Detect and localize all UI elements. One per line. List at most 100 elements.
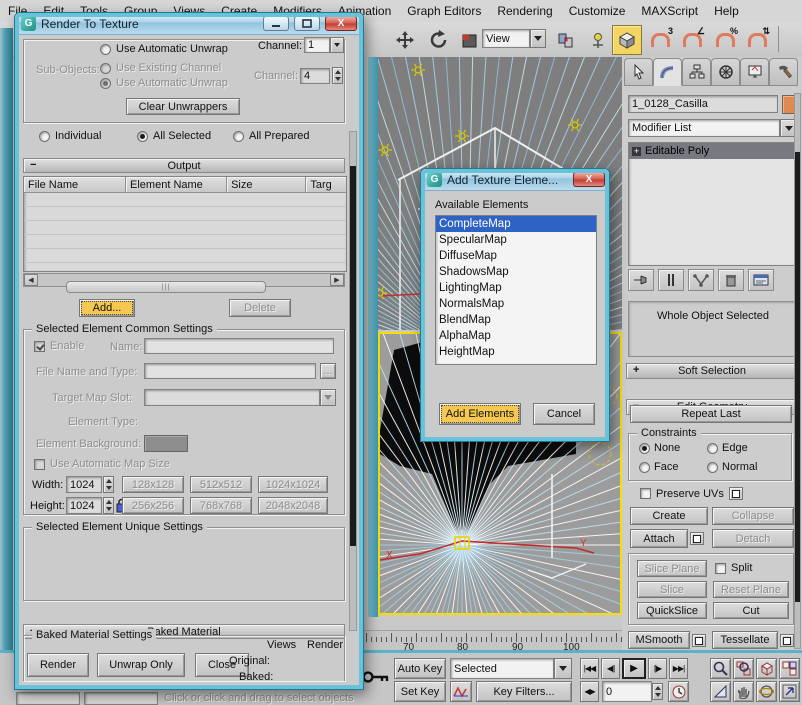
use-auto-map-size-option[interactable]: Use Automatic Map Size [34, 458, 170, 470]
collapse-button[interactable]: Collapse [712, 507, 794, 525]
column-file-name[interactable]: File Name [24, 177, 126, 193]
radio-face[interactable] [639, 462, 650, 473]
sub-channel-field[interactable]: 4 [300, 68, 330, 84]
use-existing-channel-radio[interactable] [100, 63, 111, 74]
msmooth-settings-button[interactable] [692, 634, 706, 647]
go-to-start-button[interactable]: |◀◀ [580, 658, 599, 679]
pin-stack-button[interactable] [628, 269, 654, 291]
radio-none[interactable] [639, 443, 650, 454]
size-1024-button[interactable]: 1024x1024 [258, 476, 328, 493]
constraint-face-option[interactable]: Face [639, 461, 678, 473]
auto-key-button[interactable]: Auto Key [394, 658, 446, 679]
hierarchy-tab[interactable] [682, 58, 711, 86]
object-name-field[interactable]: 1_0128_Casilla [628, 95, 778, 113]
constraint-normal-option[interactable]: Normal [707, 461, 757, 473]
selection-set-dropdown[interactable]: Selected [450, 658, 554, 679]
rtt-scrollbar[interactable] [349, 131, 357, 631]
constraint-none-option[interactable]: None [639, 442, 680, 454]
unwrap-only-button[interactable]: Unwrap Only [97, 653, 185, 677]
list-item-shadowsmap[interactable]: ShadowsMap [436, 264, 596, 280]
slice-button[interactable]: Slice [637, 581, 707, 598]
channel-dropdown-arrow[interactable] [330, 37, 344, 53]
list-item-alphamap[interactable]: AlphaMap [436, 328, 596, 344]
split-checkbox[interactable] [715, 563, 726, 574]
all-selected-option[interactable]: All Selected [137, 130, 211, 142]
cut-button[interactable]: Cut [713, 602, 789, 619]
preserve-uvs-settings-button[interactable] [729, 487, 743, 500]
all-prepared-radio[interactable] [233, 131, 244, 142]
list-item-diffusemap[interactable]: DiffuseMap [436, 248, 596, 264]
output-table[interactable]: File Name Element Name Size Targ [23, 176, 347, 272]
use-auto-unwrap-radio[interactable] [100, 44, 111, 55]
delete-button[interactable]: Delete [229, 299, 291, 317]
selection-lock-area[interactable] [16, 692, 80, 705]
show-end-result-button[interactable] [658, 269, 684, 291]
detach-button[interactable]: Detach [712, 529, 794, 548]
width-field[interactable]: 1024 [66, 476, 102, 493]
scroll-left-arrow[interactable]: ◀ [24, 274, 38, 286]
select-and-rotate-button[interactable] [424, 25, 454, 55]
size-768-button[interactable]: 768x768 [190, 497, 252, 514]
add-elements-button[interactable]: Add Elements [439, 403, 521, 425]
zoom-extents-all-button[interactable] [779, 658, 800, 679]
add-dialog-close-button[interactable]: X [573, 172, 605, 187]
column-size[interactable]: Size [227, 177, 306, 193]
pan-button[interactable] [733, 681, 754, 702]
reset-plane-button[interactable]: Reset Plane [713, 581, 789, 598]
menu-help[interactable]: Help [714, 4, 739, 18]
attach-settings-button[interactable] [690, 532, 704, 545]
list-item-completemap[interactable]: CompleteMap [436, 216, 596, 232]
all-prepared-option[interactable]: All Prepared [233, 130, 310, 142]
tessellate-settings-button[interactable] [780, 634, 794, 647]
file-name-field[interactable] [144, 363, 316, 379]
set-key-icon[interactable] [362, 669, 390, 685]
soft-selection-rollout[interactable]: +Soft Selection [626, 363, 798, 379]
create-button[interactable]: Create [630, 507, 708, 525]
output-rollout[interactable]: − Output [23, 158, 345, 173]
list-item-normalsmap[interactable]: NormalsMap [436, 296, 596, 312]
select-and-move-button[interactable] [390, 25, 420, 55]
spinner-snap-toggle-button[interactable]: ⇅ [742, 25, 772, 55]
motion-tab[interactable] [711, 58, 740, 86]
panel-scrollbar-thumb[interactable] [795, 152, 800, 602]
channel-dropdown[interactable]: 1 [304, 37, 330, 53]
size-256-button[interactable]: 256x256 [122, 497, 184, 514]
panel-scrollbar[interactable] [794, 93, 801, 649]
quickslice-button[interactable]: QuickSlice [637, 602, 707, 619]
reference-coordinate-dropdown-button[interactable] [530, 29, 546, 48]
column-target[interactable]: Targ [306, 177, 346, 193]
display-tab[interactable] [740, 58, 769, 86]
browse-button[interactable]: ... [320, 363, 336, 379]
size-128-button[interactable]: 128x128 [122, 476, 184, 493]
enable-checkbox[interactable] [34, 341, 45, 352]
sub-channel-spinner[interactable] [332, 67, 343, 84]
column-element-name[interactable]: Element Name [126, 177, 227, 193]
render-button[interactable]: Render [27, 653, 89, 677]
selection-set-arrow-button[interactable] [554, 658, 572, 679]
utilities-tab[interactable] [769, 58, 798, 86]
rtt-title-bar[interactable]: G Render To Texture X [15, 13, 363, 35]
constraint-edge-option[interactable]: Edge [707, 442, 748, 454]
make-unique-button[interactable] [688, 269, 714, 291]
close-button[interactable]: X [325, 16, 357, 31]
snaps-3d-toggle-button[interactable]: 3 [645, 25, 675, 55]
zoom-button[interactable] [710, 658, 731, 679]
expand-stack-icon[interactable]: + [632, 147, 641, 156]
current-frame-field[interactable]: 0 [602, 681, 652, 702]
use-pivot-point-center-button[interactable] [552, 25, 580, 55]
menu-maxscript[interactable]: MAXScript [641, 4, 698, 18]
key-mode-toggle-button[interactable]: ◀▶ [580, 681, 599, 702]
arc-rotate-button[interactable] [756, 681, 777, 702]
default-in-out-tangent-button[interactable] [450, 681, 472, 702]
target-map-slot-dropdown[interactable] [144, 389, 320, 406]
zoom-extents-button[interactable] [756, 658, 777, 679]
select-and-manipulate-button[interactable] [584, 25, 612, 55]
cancel-button[interactable]: Cancel [533, 403, 595, 425]
size-2048-button[interactable]: 2048x2048 [258, 497, 328, 514]
all-selected-radio[interactable] [137, 131, 148, 142]
select-and-scale-button[interactable] [455, 25, 485, 55]
clear-unwrappers-button[interactable]: Clear Unwrappers [126, 98, 240, 115]
menu-rendering[interactable]: Rendering [497, 4, 552, 18]
individual-option[interactable]: Individual [39, 130, 101, 142]
play-button[interactable]: ▶ [622, 658, 646, 679]
